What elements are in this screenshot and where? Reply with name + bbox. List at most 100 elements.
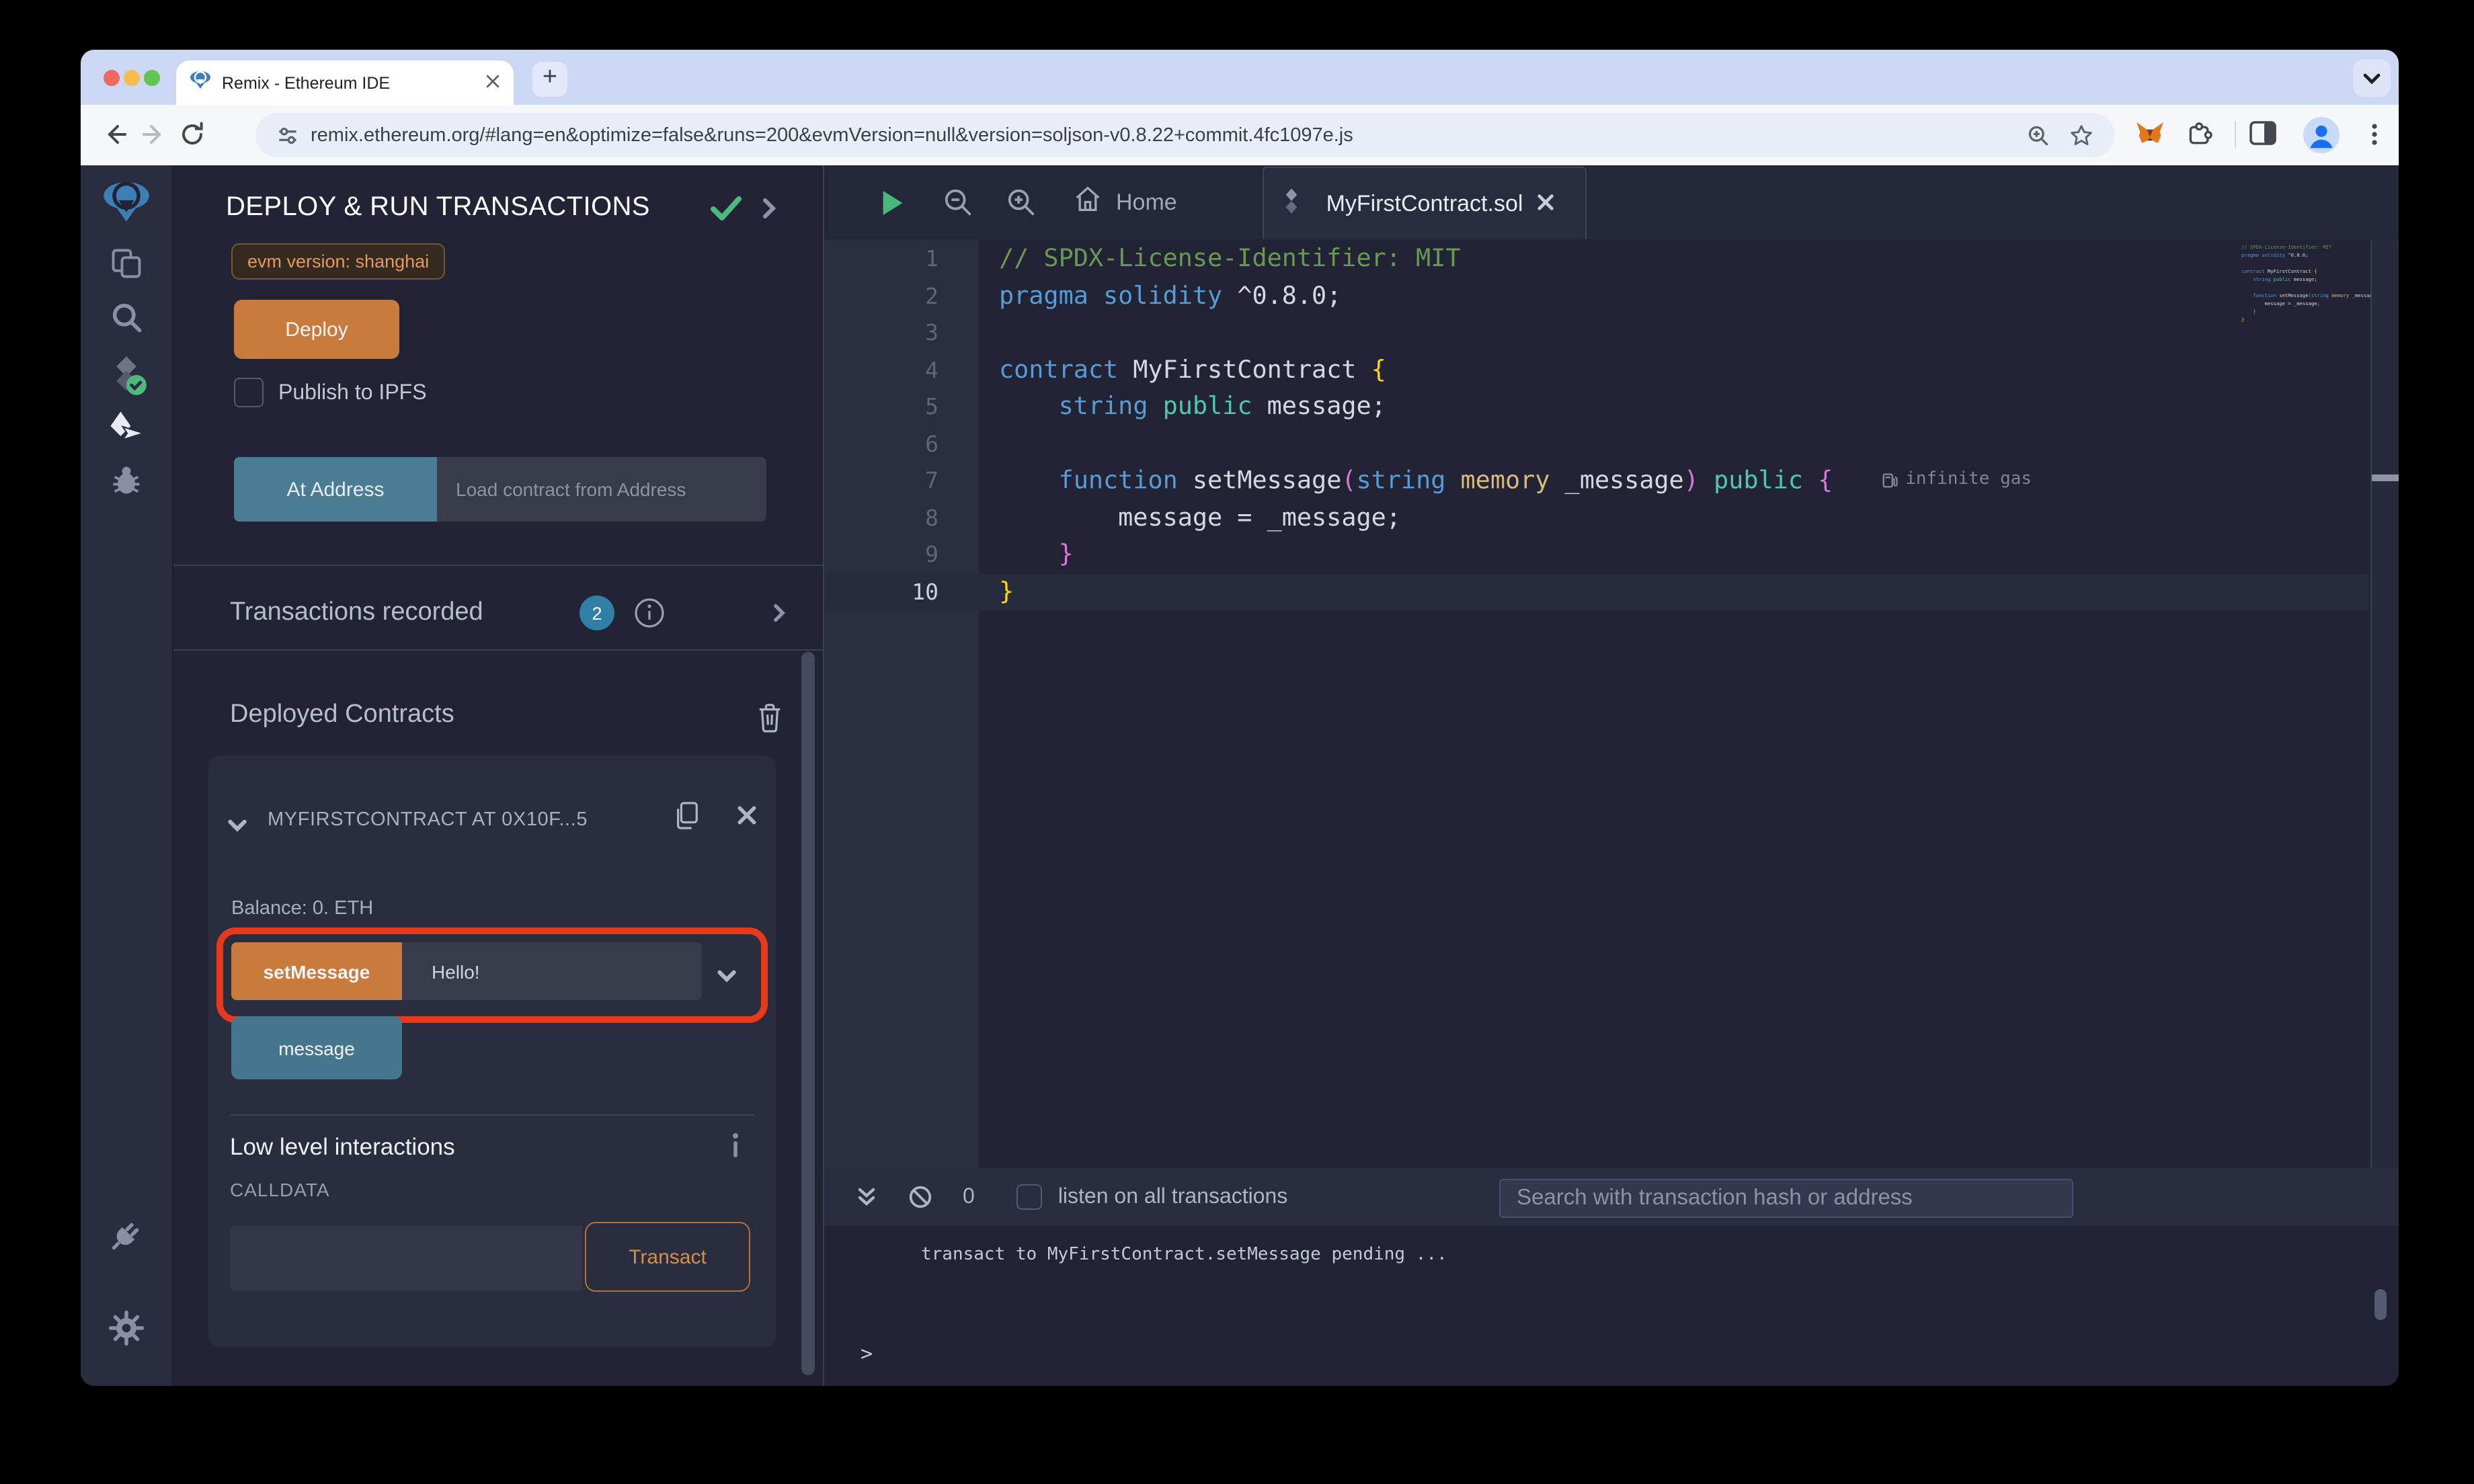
evm-version-badge: evm version: shanghai bbox=[231, 243, 446, 280]
remix-logo-icon[interactable] bbox=[102, 176, 151, 231]
minimize-window-button[interactable] bbox=[124, 70, 140, 86]
forward-icon[interactable] bbox=[140, 121, 167, 148]
terminal-log[interactable]: transact to MyFirstContract.setMessage p… bbox=[824, 1226, 2399, 1386]
home-icon bbox=[1073, 186, 1103, 219]
remix-favicon bbox=[190, 69, 211, 97]
plugin-manager-icon[interactable] bbox=[106, 1215, 147, 1262]
code-line[interactable]: 4 contract MyFirstContract { bbox=[824, 352, 2369, 388]
solidity-compiler-icon[interactable] bbox=[105, 354, 148, 403]
code-line[interactable]: 1 // SPDX-License-Identifier: MIT bbox=[824, 241, 2369, 278]
page-scrollbar-thumb[interactable] bbox=[2372, 475, 2399, 481]
tab-myfirstcontract[interactable]: MyFirstContract.sol bbox=[1263, 167, 1587, 239]
terminal-prompt[interactable]: > bbox=[861, 1342, 873, 1366]
maximize-window-button[interactable] bbox=[144, 70, 160, 86]
at-address-input[interactable] bbox=[437, 457, 766, 522]
tab-home[interactable]: Home bbox=[1073, 165, 1177, 239]
zoom-in-icon[interactable] bbox=[1006, 187, 1037, 224]
new-tab-button[interactable]: + bbox=[532, 62, 567, 97]
terminal-log-line: transact to MyFirstContract.setMessage p… bbox=[921, 1245, 1447, 1265]
listen-all-label: listen on all transactions bbox=[1058, 1185, 1288, 1208]
file-tab-label: MyFirstContract.sol bbox=[1326, 190, 1523, 216]
terminal-scrollbar-thumb[interactable] bbox=[2375, 1289, 2387, 1320]
copy-address-icon[interactable] bbox=[672, 800, 701, 837]
url-text[interactable]: remix.ethereum.org/#lang=en&optimize=fal… bbox=[311, 124, 2026, 146]
transactions-expand-chevron-icon[interactable] bbox=[773, 604, 785, 629]
url-bar[interactable]: remix.ethereum.org/#lang=en&optimize=fal… bbox=[255, 113, 2115, 157]
code-lines[interactable]: 1 // SPDX-License-Identifier: MIT 2 pragma … bbox=[824, 241, 2369, 610]
calldata-label: CALLDATA bbox=[230, 1179, 330, 1200]
close-file-tab-icon[interactable] bbox=[1536, 190, 1566, 217]
info-icon[interactable] bbox=[633, 597, 666, 636]
panel-divider bbox=[173, 565, 823, 566]
listen-all-checkbox[interactable] bbox=[1016, 1184, 1042, 1210]
zoom-page-icon[interactable] bbox=[2026, 123, 2050, 147]
set-message-input[interactable] bbox=[402, 942, 702, 1000]
reload-icon[interactable] bbox=[179, 121, 206, 148]
panel-scrollbar[interactable] bbox=[801, 652, 815, 1375]
remove-contract-icon[interactable] bbox=[737, 805, 757, 832]
minimap-line: pragma solidity ^0.8.0; bbox=[2241, 253, 2309, 258]
close-window-button[interactable] bbox=[104, 70, 120, 86]
code-line[interactable]: 7 function setMessage(string memory _mes… bbox=[824, 462, 2369, 499]
panel-divider bbox=[173, 649, 823, 651]
search-icon[interactable] bbox=[109, 300, 144, 341]
line-number: 8 bbox=[925, 505, 939, 531]
bookmark-star-icon[interactable] bbox=[2069, 123, 2093, 147]
message-getter-button[interactable]: message bbox=[231, 1016, 402, 1079]
profile-avatar[interactable] bbox=[2303, 117, 2340, 153]
browser-toolbar: remix.ethereum.org/#lang=en&optimize=fal… bbox=[81, 105, 2399, 165]
trash-icon[interactable] bbox=[756, 702, 784, 739]
code-line[interactable]: 5 string public message; bbox=[824, 388, 2369, 425]
transactions-recorded-label: Transactions recorded bbox=[230, 598, 483, 626]
settings-gear-icon[interactable] bbox=[108, 1309, 145, 1354]
contract-collapse-chevron-icon[interactable] bbox=[227, 815, 247, 839]
code-line[interactable]: 3 bbox=[824, 315, 2369, 352]
contract-instance-title[interactable]: MYFIRSTCONTRACT AT 0X10F...5 bbox=[268, 809, 588, 831]
screen: Remix - Ethereum IDE + remix.ethereum.or… bbox=[0, 0, 2474, 1484]
close-tab-icon[interactable] bbox=[485, 71, 500, 95]
browser-tab[interactable]: Remix - Ethereum IDE bbox=[176, 60, 514, 105]
code-line[interactable]: 9 } bbox=[824, 536, 2369, 573]
editor-minimap[interactable]: // SPDX-License-Identifier: MIT pragma so… bbox=[2239, 243, 2370, 324]
at-address-button[interactable]: At Address bbox=[234, 457, 437, 522]
deploy-and-run-icon[interactable] bbox=[106, 410, 147, 452]
side-panel-icon[interactable] bbox=[2249, 121, 2276, 148]
code-editor[interactable]: 1 // SPDX-License-Identifier: MIT 2 pragma … bbox=[824, 239, 2399, 1168]
tab-search-button[interactable] bbox=[2353, 59, 2391, 97]
deploy-button[interactable]: Deploy bbox=[234, 300, 399, 359]
low-level-info-icon[interactable] bbox=[730, 1132, 741, 1165]
minimap-line bbox=[2239, 284, 2370, 292]
code-line[interactable]: 8 message = _message; bbox=[824, 499, 2369, 536]
browser-menu-icon[interactable] bbox=[2362, 121, 2389, 148]
publish-ipfs-checkbox[interactable] bbox=[234, 378, 264, 407]
file-explorer-icon[interactable] bbox=[109, 246, 144, 288]
code-line[interactable]: 10} bbox=[824, 573, 2369, 610]
code-line[interactable]: 2 pragma solidity ^0.8.0; bbox=[824, 278, 2369, 315]
browser-tab-title: Remix - Ethereum IDE bbox=[222, 73, 391, 92]
line-number: 7 bbox=[925, 468, 939, 494]
transact-button[interactable]: Transact bbox=[585, 1222, 750, 1292]
run-script-icon[interactable] bbox=[881, 188, 905, 224]
line-number: 1 bbox=[925, 246, 939, 272]
compiled-check-icon bbox=[710, 195, 742, 229]
clear-console-icon[interactable] bbox=[908, 1184, 933, 1210]
line-number: 4 bbox=[925, 357, 939, 383]
expand-terminal-icon[interactable] bbox=[856, 1186, 877, 1208]
zoom-out-icon[interactable] bbox=[943, 187, 973, 224]
editor-scroll-rail[interactable] bbox=[2370, 239, 2399, 1168]
terminal-search-input[interactable] bbox=[1499, 1179, 2073, 1218]
minimap-line: // SPDX-License-Identifier: MIT bbox=[2241, 245, 2332, 250]
set-message-button[interactable]: setMessage bbox=[231, 942, 402, 1000]
metamask-extension-icon[interactable] bbox=[2135, 121, 2163, 148]
extensions-puzzle-icon[interactable] bbox=[2186, 121, 2213, 148]
back-icon[interactable] bbox=[102, 121, 129, 148]
icon-sidebar bbox=[81, 165, 173, 1386]
minimap-line: string public message; bbox=[2253, 277, 2317, 282]
expand-args-chevron-icon[interactable] bbox=[717, 965, 737, 989]
low-level-title: Low level interactions bbox=[230, 1133, 455, 1160]
site-settings-icon[interactable] bbox=[276, 123, 300, 147]
debugger-icon[interactable] bbox=[109, 462, 144, 504]
code-line[interactable]: 6 bbox=[824, 425, 2369, 462]
panel-expand-chevron-icon[interactable] bbox=[762, 198, 776, 226]
calldata-input[interactable] bbox=[230, 1226, 582, 1290]
